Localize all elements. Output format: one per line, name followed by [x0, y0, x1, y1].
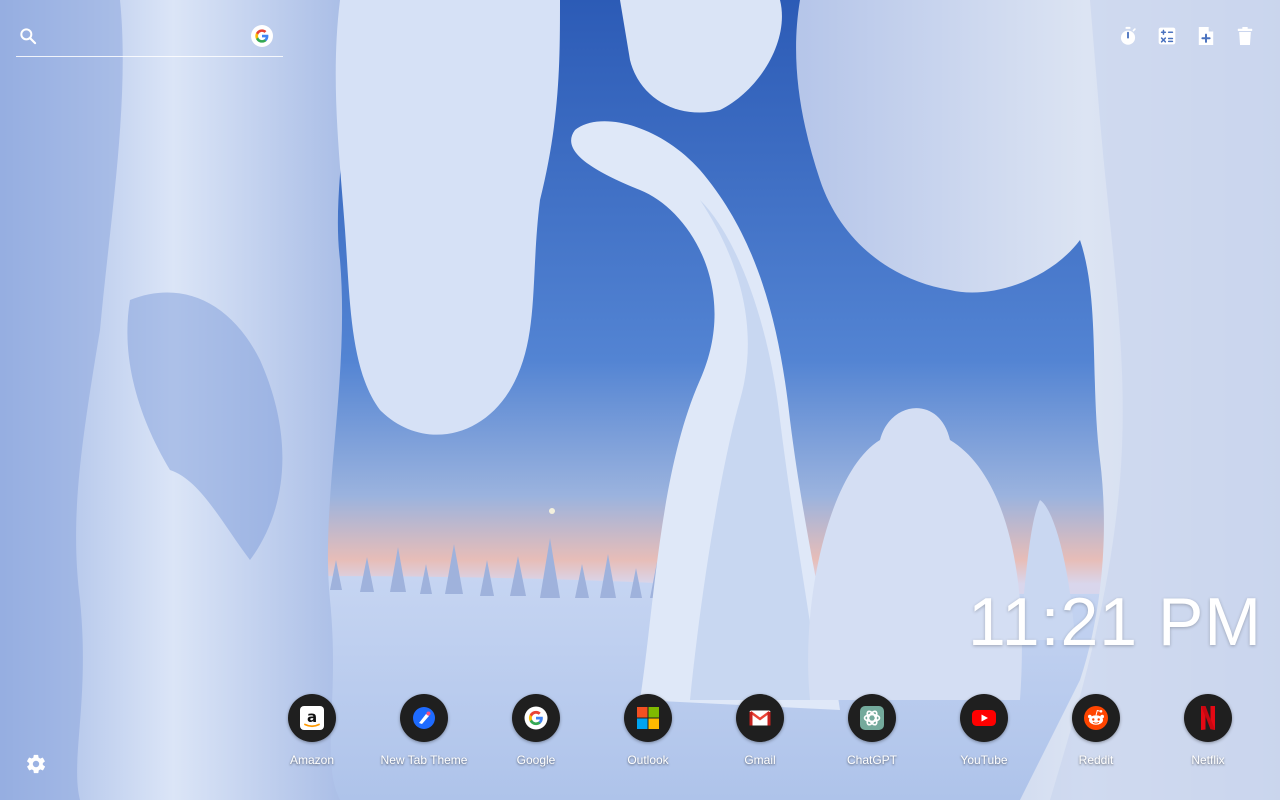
netflix-icon [1201, 706, 1215, 730]
youtube-icon [972, 710, 996, 726]
gear-icon[interactable] [25, 753, 47, 775]
search-icon[interactable] [18, 26, 38, 46]
shortcut-chatgpt[interactable]: ChatGPT [816, 694, 928, 767]
shortcut-tile[interactable]: a [288, 694, 336, 742]
shortcut-tile[interactable] [512, 694, 560, 742]
shortcut-label: ChatGPT [846, 753, 897, 767]
shortcut-tile[interactable] [400, 694, 448, 742]
shortcuts-dock: a Amazon New Tab Theme Google Outlook Gm… [256, 694, 1264, 774]
shortcut-reddit[interactable]: Reddit [1040, 694, 1152, 767]
wallpaper-background [0, 0, 1280, 800]
shortcut-tile[interactable] [1072, 694, 1120, 742]
shortcut-amazon[interactable]: a Amazon [256, 694, 368, 767]
google-icon [524, 706, 548, 730]
svg-text:a: a [307, 708, 317, 726]
chatgpt-icon [860, 706, 884, 730]
shortcut-label: Amazon [289, 753, 335, 767]
search-input[interactable] [46, 24, 250, 50]
gmail-icon [749, 710, 771, 726]
shortcut-label: Reddit [1078, 753, 1114, 767]
shortcut-tile[interactable] [624, 694, 672, 742]
windows-icon [637, 707, 659, 729]
new-tab-theme-icon [413, 707, 435, 729]
shortcut-gmail[interactable]: Gmail [704, 694, 816, 767]
shortcut-tile[interactable] [848, 694, 896, 742]
timer-icon[interactable] [1117, 24, 1139, 48]
trash-icon[interactable] [1234, 24, 1256, 48]
clock-display: 11:21 PM [967, 584, 1262, 660]
toolbar [1117, 24, 1256, 48]
google-icon[interactable] [251, 25, 273, 47]
calculator-icon[interactable] [1156, 24, 1178, 48]
shortcut-label: New Tab Theme [380, 753, 468, 767]
search-bar[interactable] [16, 18, 283, 57]
shortcut-label: Outlook [627, 753, 669, 767]
shortcut-label: Netflix [1191, 753, 1225, 767]
shortcut-tile[interactable] [960, 694, 1008, 742]
shortcut-outlook[interactable]: Outlook [592, 694, 704, 767]
shortcut-netflix[interactable]: Netflix [1152, 694, 1264, 767]
shortcut-tile[interactable] [1184, 694, 1232, 742]
amazon-icon: a [300, 706, 324, 730]
shortcut-label: Gmail [744, 753, 776, 767]
shortcut-new-tab-theme[interactable]: New Tab Theme [368, 694, 480, 767]
reddit-icon [1084, 706, 1108, 730]
add-note-icon[interactable] [1195, 24, 1217, 48]
shortcut-label: Google [516, 753, 556, 767]
shortcut-tile[interactable] [736, 694, 784, 742]
shortcut-google[interactable]: Google [480, 694, 592, 767]
shortcut-youtube[interactable]: YouTube [928, 694, 1040, 767]
shortcut-label: YouTube [960, 753, 1008, 767]
new-tab-page: 11:21 PM a Amazon New Tab Theme Google O… [0, 0, 1280, 800]
